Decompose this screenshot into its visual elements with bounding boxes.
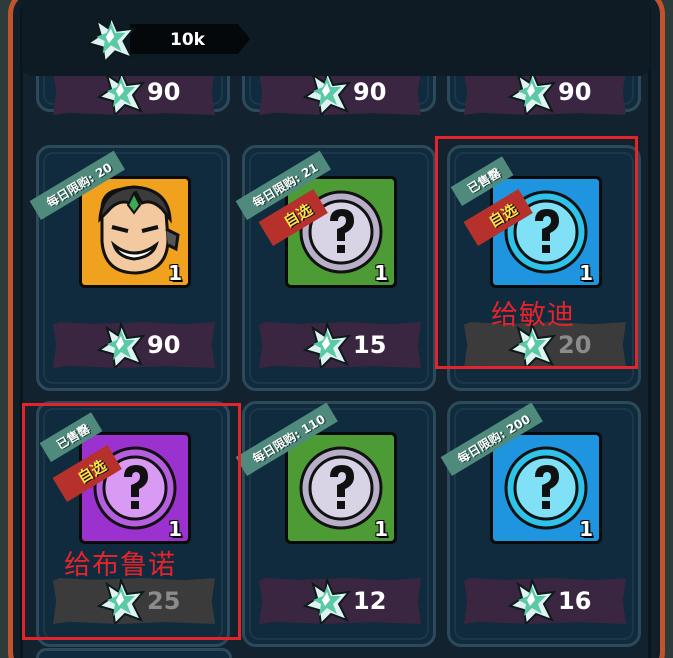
hero-portrait-item: 1 xyxy=(79,176,191,288)
price-value: 12 xyxy=(353,587,387,615)
price-tag: 12 xyxy=(259,578,421,624)
annotation-label-mindy: 给敏迪 xyxy=(491,300,575,331)
next-row-card-edge xyxy=(36,648,232,658)
shop-card-hero[interactable]: 1 每日限购: 20 90 xyxy=(29,145,230,391)
crystal-icon xyxy=(303,69,351,117)
item-quantity: 1 xyxy=(579,517,593,541)
price-value: 90 xyxy=(147,78,181,106)
shop-card-daily-blue[interactable]: 1 每日限购: 200 16 xyxy=(440,401,641,647)
price-value: 90 xyxy=(353,78,387,106)
price-value: 90 xyxy=(558,78,592,106)
item-quantity: 1 xyxy=(168,261,182,285)
crystal-icon xyxy=(86,14,136,64)
crystal-icon xyxy=(97,322,145,370)
annotation-label-bruno: 给布鲁诺 xyxy=(64,550,176,581)
annotation-box-mindy xyxy=(435,136,638,369)
currency-header: 10k xyxy=(22,0,650,76)
shop-card-daily-green[interactable]: 1 每日限购: 110 12 xyxy=(235,401,436,647)
annotation-box-bruno xyxy=(22,403,241,640)
crystal-icon xyxy=(97,69,145,117)
crystal-icon xyxy=(508,578,556,626)
crystal-icon xyxy=(303,578,351,626)
item-quantity: 1 xyxy=(374,517,388,541)
crystal-icon xyxy=(508,69,556,117)
price-value: 15 xyxy=(353,331,387,359)
currency-value: 10k xyxy=(170,30,205,50)
price-tag: 16 xyxy=(464,578,626,624)
shop-card-select-green[interactable]: 1 自选 每日限购: 21 15 xyxy=(235,145,436,391)
price-value: 90 xyxy=(147,331,181,359)
price-tag: 90 xyxy=(53,322,215,368)
price-tag: 15 xyxy=(259,322,421,368)
crystal-icon xyxy=(303,322,351,370)
mystery-item: 1 xyxy=(285,176,397,288)
currency-pill: 10k xyxy=(130,24,250,54)
mystery-item: 1 xyxy=(490,432,602,544)
item-quantity: 1 xyxy=(374,261,388,285)
mystery-item: 1 xyxy=(285,432,397,544)
price-value: 16 xyxy=(558,587,592,615)
